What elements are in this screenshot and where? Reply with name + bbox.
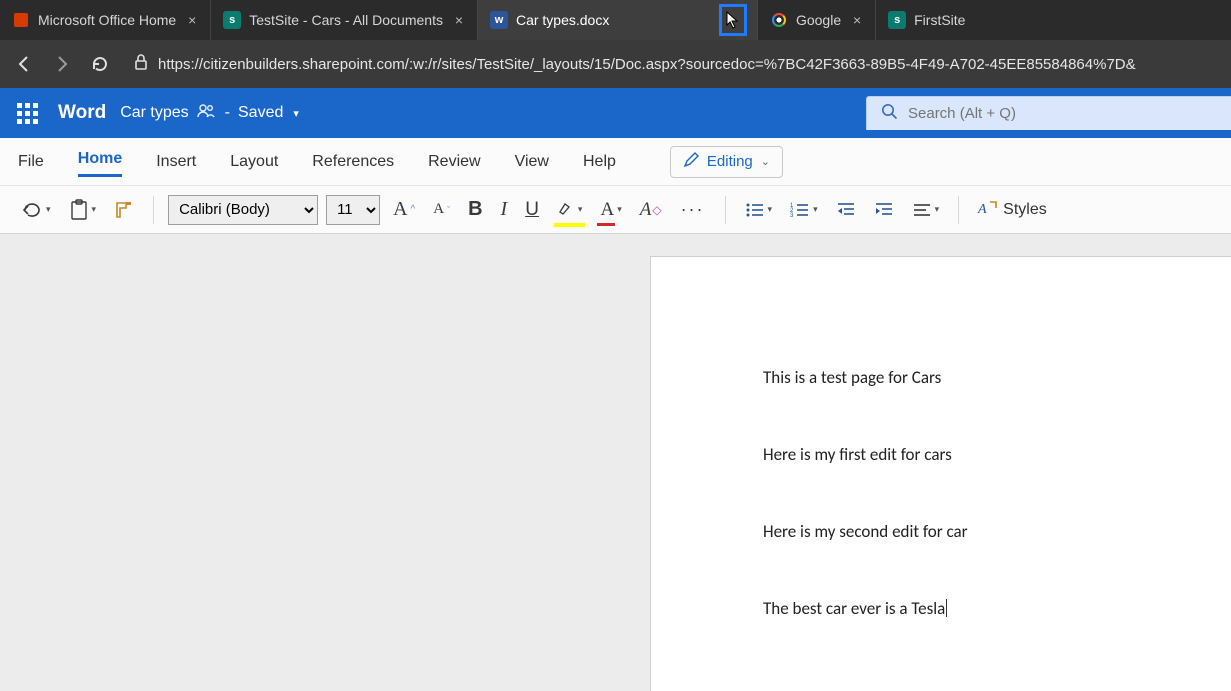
bullets-button[interactable]: ▾ [740, 197, 778, 223]
browser-tab-google[interactable]: Google × [758, 0, 876, 40]
numbering-button[interactable]: 123 ▾ [785, 197, 823, 223]
highlight-color-bar [554, 223, 586, 227]
tab-title: Car types.docx [516, 12, 711, 28]
tab-title: Google [796, 12, 841, 28]
browser-tab-office[interactable]: Microsoft Office Home × [0, 0, 211, 40]
sharepoint-icon: s [888, 11, 906, 29]
bold-button[interactable]: B [463, 194, 487, 225]
chevron-down-icon[interactable]: ▾ [293, 107, 299, 120]
search-input[interactable] [908, 105, 1217, 122]
increase-indent-button[interactable] [869, 197, 899, 223]
document-title-group[interactable]: Car types - Saved ▾ [120, 104, 299, 122]
svg-text:3: 3 [790, 213, 794, 219]
separator [725, 196, 726, 224]
chevron-down-icon: ▾ [935, 204, 940, 215]
cursor-icon [719, 4, 747, 36]
document-canvas[interactable]: This is a test page for Cars Here is my … [0, 234, 1231, 691]
font-family-select[interactable]: Calibri (Body) [168, 195, 318, 225]
chevron-down-icon: ▾ [92, 204, 97, 215]
tab-home[interactable]: Home [78, 146, 122, 177]
chevron-down-icon: ⌄ [761, 155, 770, 168]
underline-button[interactable]: U [520, 195, 544, 225]
ribbon-toolbar: ▾ ▾ Calibri (Body) 11 A^ Aˇ B I U ▾ A ▾ … [0, 186, 1231, 234]
tab-title: FirstSite [914, 12, 965, 28]
close-icon[interactable]: × [184, 12, 200, 28]
font-size-select[interactable]: 11 [326, 195, 380, 225]
tab-title: Microsoft Office Home [38, 12, 176, 28]
font-color-button[interactable]: A ▾ [595, 195, 626, 225]
separator [153, 196, 154, 224]
browser-tabstrip: Microsoft Office Home × s TestSite - Car… [0, 0, 1231, 40]
format-painter-button[interactable] [109, 196, 139, 224]
chevron-down-icon: ▾ [768, 204, 773, 215]
decrease-indent-button[interactable] [831, 197, 861, 223]
lock-icon [134, 54, 148, 74]
chevron-down-icon: ▾ [46, 204, 51, 215]
tab-help[interactable]: Help [583, 149, 616, 175]
app-brand[interactable]: Word [58, 102, 106, 124]
italic-button[interactable]: I [496, 194, 513, 225]
ribbon-tabs: File Home Insert Layout References Revie… [0, 138, 1231, 186]
svg-text:A: A [977, 202, 987, 217]
back-icon[interactable] [10, 50, 38, 78]
styles-icon: A [978, 199, 1000, 221]
word-title-bar: Word Car types - Saved ▾ [0, 88, 1231, 138]
align-button[interactable]: ▾ [907, 198, 945, 222]
paragraph[interactable]: Here is my first edit for cars [763, 444, 1231, 465]
people-icon [197, 104, 217, 122]
browser-tab-firstsite[interactable]: s FirstSite [876, 0, 975, 40]
close-icon[interactable]: × [849, 12, 865, 28]
highlight-icon [557, 198, 575, 222]
document-page[interactable]: This is a test page for Cars Here is my … [650, 256, 1231, 691]
paste-button[interactable]: ▾ [64, 195, 102, 225]
search-icon [881, 103, 898, 125]
reload-icon[interactable] [86, 50, 114, 78]
editing-mode-button[interactable]: Editing ⌄ [670, 146, 783, 178]
search-wrap [866, 96, 1231, 130]
chevron-down-icon: ▾ [617, 204, 622, 215]
browser-tab-sharepoint[interactable]: s TestSite - Cars - All Documents × [211, 0, 478, 40]
eraser-icon: ◇ [652, 203, 661, 217]
font-color-bar [597, 223, 614, 226]
tab-layout[interactable]: Layout [230, 149, 278, 175]
tab-references[interactable]: References [312, 149, 394, 175]
google-icon [770, 11, 788, 29]
chevron-down-icon: ▾ [578, 204, 583, 215]
chevron-down-icon: ▾ [813, 204, 818, 215]
tab-view[interactable]: View [515, 149, 549, 175]
tab-review[interactable]: Review [428, 149, 480, 175]
tab-file[interactable]: File [18, 149, 44, 175]
styles-label: Styles [1003, 201, 1047, 219]
forward-icon[interactable] [48, 50, 76, 78]
close-icon[interactable]: × [451, 12, 467, 28]
tab-title: TestSite - Cars - All Documents [249, 12, 443, 28]
grow-font-button[interactable]: A^ [388, 194, 420, 225]
pen-icon [683, 152, 699, 172]
paragraph[interactable]: Here is my second edit for car [763, 521, 1231, 542]
styles-button[interactable]: A Styles [973, 195, 1052, 225]
app-launcher-icon[interactable] [10, 96, 44, 130]
office-icon [12, 11, 30, 29]
url-field[interactable]: https://citizenbuilders.sharepoint.com/:… [124, 48, 1221, 80]
tab-insert[interactable]: Insert [156, 149, 196, 175]
editing-label: Editing [707, 153, 753, 170]
paragraph[interactable]: This is a test page for Cars [763, 367, 1231, 388]
url-text: https://citizenbuilders.sharepoint.com/:… [158, 56, 1136, 73]
clear-formatting-button[interactable]: A ◇ [635, 195, 667, 225]
more-font-button[interactable]: ··· [675, 199, 711, 220]
browser-tab-word-doc[interactable]: w Car types.docx [478, 0, 758, 40]
paragraph[interactable]: The best car ever is a Tesla [763, 598, 1231, 619]
undo-button[interactable]: ▾ [16, 197, 56, 223]
shrink-font-button[interactable]: Aˇ [428, 197, 455, 222]
separator [958, 196, 959, 224]
document-title: Car types [120, 104, 188, 122]
highlight-button[interactable]: ▾ [552, 194, 588, 226]
sharepoint-icon: s [223, 11, 241, 29]
save-sep: - [225, 104, 230, 122]
browser-address-bar: https://citizenbuilders.sharepoint.com/:… [0, 40, 1231, 88]
search-box[interactable] [866, 96, 1231, 130]
word-icon: w [490, 11, 508, 29]
save-status: Saved [238, 104, 283, 122]
